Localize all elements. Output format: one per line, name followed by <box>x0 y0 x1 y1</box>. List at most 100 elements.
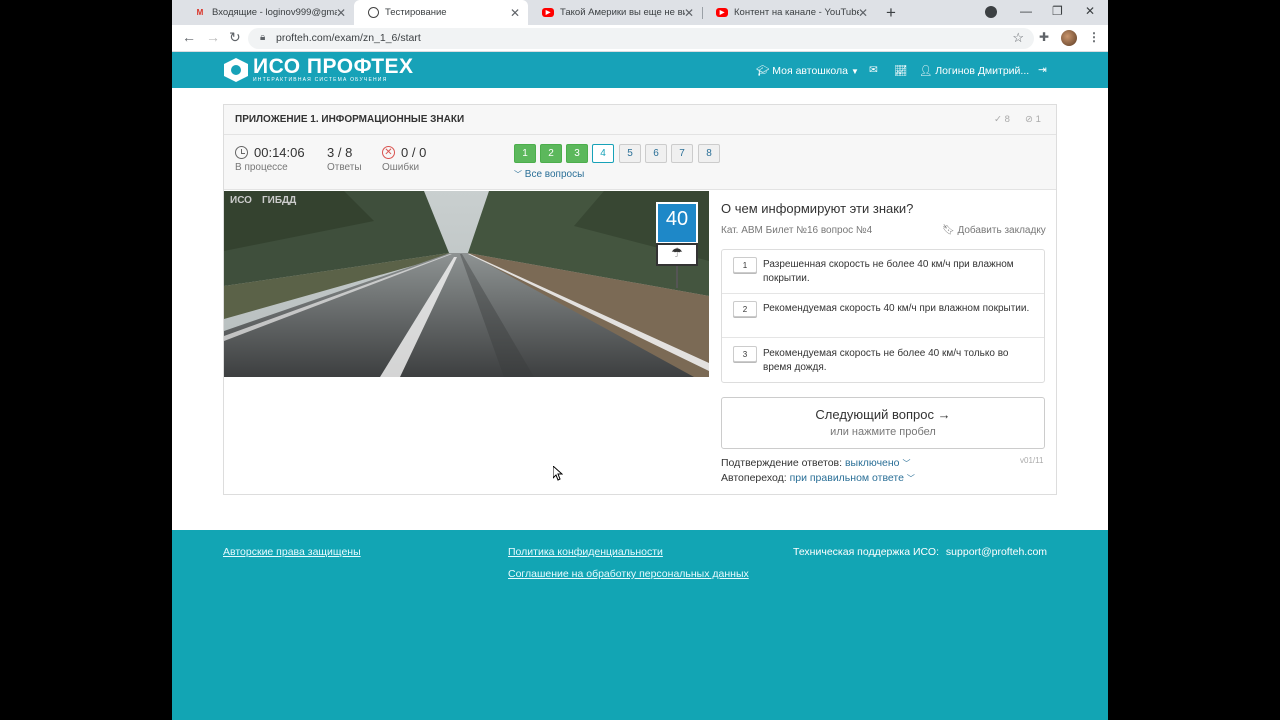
add-bookmark-button[interactable]: 🔖︎ Добавить закладку <box>942 225 1046 236</box>
tab-title: Входящие - loginov999@gmail.c <box>212 7 337 18</box>
answer-key: 2 <box>733 301 757 317</box>
tab-youtube-studio[interactable]: ▶ Контент на канале - YouTube St ✕ <box>702 0 876 25</box>
chevron-down-icon: ﹀ <box>902 459 911 468</box>
answer-key: 3 <box>733 346 757 362</box>
question-nav-6[interactable]: 6 <box>645 144 667 163</box>
nav-my-school[interactable]: 🎓︎ Моя автошкола ▼ <box>756 64 859 77</box>
question-nav-7[interactable]: 7 <box>671 144 693 163</box>
address-bar[interactable]: 🔒︎ profteh.com/exam/zn_1_6/start ☆ <box>248 28 1034 49</box>
errors-value: 0 / 0 <box>401 145 427 160</box>
tab-youtube-video[interactable]: ▶ Такой Америки вы еще не вид ✕ <box>528 0 702 25</box>
all-questions-toggle[interactable]: ﹀ Все вопросы <box>514 169 584 180</box>
back-icon[interactable]: ← <box>182 29 196 45</box>
confirm-answers-label: Подтверждение ответов: <box>721 457 843 469</box>
question-nav-5[interactable]: 5 <box>619 144 641 163</box>
close-icon[interactable]: ✕ <box>510 6 520 20</box>
profteh-icon <box>368 7 379 18</box>
next-question-button[interactable]: Следующий вопрос → или нажмите пробел <box>721 397 1045 449</box>
bookmark-star-icon[interactable]: ☆ <box>1012 30 1024 46</box>
question-nav-4[interactable]: 4 <box>592 144 614 163</box>
watermark-iso: ИСО <box>230 195 252 206</box>
watermark-gibdd: ГИБДД <box>262 195 297 206</box>
answer-option-2[interactable]: 2 Рекомендуемая скорость 40 км/ч при вла… <box>722 294 1044 338</box>
tab-testing[interactable]: Тестирование ✕ <box>354 0 528 25</box>
menu-icon[interactable]: ⋮ <box>1088 30 1100 44</box>
question-nav-8[interactable]: 8 <box>698 144 720 163</box>
answer-text: Рекомендуемая скорость не более 40 км/ч … <box>763 348 1009 373</box>
youtube-icon: ▶ <box>542 8 554 17</box>
close-icon[interactable]: ✕ <box>684 6 694 20</box>
stats-chart-icon[interactable]: 📈︎ <box>894 64 907 77</box>
site-header: ИСО ПРОФТЕХ ИНТЕРАКТИВНАЯ СИСТЕМА ОБУЧЕН… <box>172 52 1108 88</box>
question-nav-1[interactable]: 1 <box>514 144 536 163</box>
nav-my-school-label: Моя автошкола <box>772 65 849 77</box>
copyright-link[interactable]: Авторские права защищены <box>223 546 361 558</box>
reload-icon[interactable]: ↻ <box>229 29 241 46</box>
site-logo[interactable]: ИСО ПРОФТЕХ ИНТЕРАКТИВНАЯ СИСТЕМА ОБУЧЕН… <box>224 55 414 83</box>
support-label: Техническая поддержка ИСО: <box>793 546 939 558</box>
support-info: Техническая поддержка ИСО: support@proft… <box>793 546 1047 558</box>
tab-title: Такой Америки вы еще не вид <box>560 7 685 18</box>
profile-avatar[interactable] <box>1061 30 1077 46</box>
answer-text: Разрешенная скорость не более 40 км/ч пр… <box>763 259 1014 284</box>
youtube-icon: ▶ <box>716 8 728 17</box>
wet-road-sign-icon: ☂ <box>671 245 683 260</box>
envelope-icon[interactable]: ✉ <box>869 64 878 76</box>
url-text: profteh.com/exam/zn_1_6/start <box>276 32 421 44</box>
tab-title: Тестирование <box>385 7 447 18</box>
next-question-hint: или нажмите пробел <box>830 426 936 438</box>
question-text: О чем информируют эти знаки? <box>721 201 914 216</box>
auto-advance-setting: Автопереход: при правильном ответе ﹀ <box>721 472 915 484</box>
auto-advance-dropdown[interactable]: при правильном ответе ﹀ <box>790 472 915 484</box>
browser-toolbar: ← → ↻ 🔒︎ profteh.com/exam/zn_1_6/start ☆… <box>172 25 1108 52</box>
answers-value: 3 / 8 <box>327 145 353 160</box>
answers-label: Ответы <box>327 162 362 173</box>
gmail-icon: M <box>196 8 204 17</box>
data-agreement-link[interactable]: Соглашение на обработку персональных дан… <box>508 568 749 580</box>
tab-search-icon[interactable] <box>985 6 997 18</box>
answer-option-1[interactable]: 1 Разрешенная скорость не более 40 км/ч … <box>722 250 1044 294</box>
restore-icon[interactable]: ❐ <box>1052 4 1063 18</box>
header-correct-count: ✓ 8 <box>994 114 1010 125</box>
check-icon: ✓ <box>994 114 1002 125</box>
confirm-answers-dropdown[interactable]: выключено ﹀ <box>845 457 910 469</box>
exam-stats: 00:14:06 В процессе 3 / 8 Ответы ✕ 0 / 0 … <box>224 135 1056 190</box>
confirm-answers-setting: Подтверждение ответов: выключено ﹀ <box>721 457 910 469</box>
caret-down-icon: ▼ <box>850 67 859 76</box>
question-nav-3[interactable]: 3 <box>566 144 588 163</box>
tab-title: Контент на канале - YouTube St <box>734 7 859 18</box>
logo-title: ИСО ПРОФТЕХ <box>253 55 414 78</box>
nav-user-label: Логинов Дмитрий... <box>935 65 1030 77</box>
timer-stat: 00:14:06 В процессе <box>235 145 305 173</box>
logo-icon <box>224 58 248 82</box>
window-close-icon[interactable]: ✕ <box>1085 4 1095 18</box>
question-nav-2[interactable]: 2 <box>540 144 562 163</box>
lock-icon: 🔒︎ <box>260 32 266 43</box>
user-icon: 👤︎ <box>919 65 933 77</box>
tab-gmail[interactable]: M Входящие - loginov999@gmail.c ✕ <box>180 0 354 25</box>
nav-user[interactable]: 👤︎ Логинов Дмитрий... <box>919 64 1029 77</box>
answer-option-3[interactable]: 3 Рекомендуемая скорость не более 40 км/… <box>722 339 1044 383</box>
forward-icon[interactable]: → <box>206 29 220 45</box>
bookmark-icon: 🔖︎ <box>942 225 955 236</box>
card-header: ПРИЛОЖЕНИЕ 1. ИНФОРМАЦИОННЫЕ ЗНАКИ ✓ 8 ⊘… <box>224 105 1056 135</box>
chevron-down-icon: ﹀ <box>514 170 522 179</box>
exam-card: ПРИЛОЖЕНИЕ 1. ИНФОРМАЦИОННЫЕ ЗНАКИ ✓ 8 ⊘… <box>223 104 1057 495</box>
site-footer: Авторские права защищены Политика конфид… <box>172 530 1108 720</box>
logout-icon[interactable]: ⇥ <box>1038 64 1047 76</box>
extensions-icon[interactable]: ✚ <box>1039 30 1049 44</box>
errors-stat: ✕ 0 / 0 Ошибки <box>382 145 426 173</box>
privacy-link[interactable]: Политика конфиденциальности <box>508 546 663 558</box>
question-meta: Кат. ABM Билет №16 вопрос №4 <box>721 225 873 236</box>
answers-list: 1 Разрешенная скорость не более 40 км/ч … <box>721 249 1045 383</box>
tab-strip: M Входящие - loginov999@gmail.c ✕ Тестир… <box>172 0 1108 25</box>
close-icon[interactable]: ✕ <box>858 6 868 20</box>
minimize-icon[interactable]: — <box>1020 4 1032 18</box>
new-tab-button[interactable]: + <box>886 3 896 23</box>
support-email[interactable]: support@profteh.com <box>946 546 1047 558</box>
question-image: ИСО ГИБДД 40 ☂ <box>224 191 709 377</box>
exam-title: ПРИЛОЖЕНИЕ 1. ИНФОРМАЦИОННЫЕ ЗНАКИ <box>235 114 465 125</box>
browser-window: M Входящие - loginov999@gmail.c ✕ Тестир… <box>172 0 1108 720</box>
timer-value: 00:14:06 <box>254 145 305 160</box>
close-icon[interactable]: ✕ <box>336 6 346 20</box>
